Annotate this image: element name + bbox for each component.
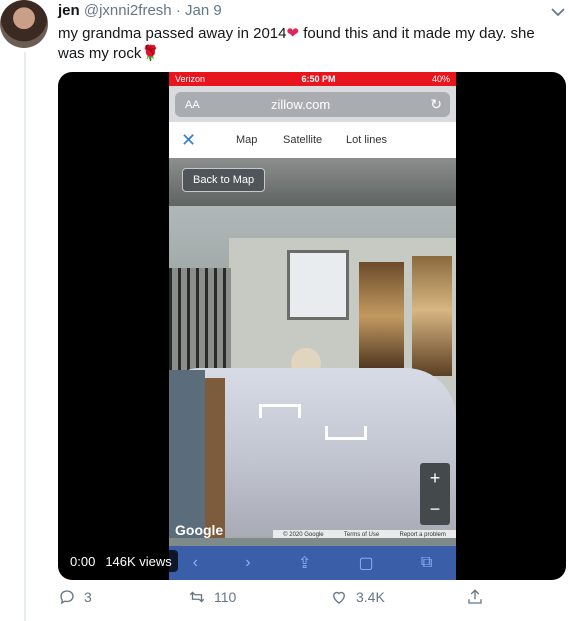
carrier-label: Verizon bbox=[175, 74, 206, 84]
like-button[interactable]: 3.4K bbox=[330, 588, 385, 606]
tab-satellite: Satellite bbox=[283, 134, 323, 146]
bookmarks-icon: ▢ bbox=[358, 555, 374, 572]
share-button[interactable] bbox=[466, 588, 484, 606]
reply-button[interactable]: 3 bbox=[58, 588, 92, 606]
user-handle[interactable]: @jxnni2fresh bbox=[84, 2, 172, 19]
reply-icon bbox=[60, 590, 74, 605]
tweet-actions: 3 110 3.4K bbox=[58, 588, 498, 612]
map-report-link: Report a problem bbox=[399, 532, 446, 538]
battery-label: 40% bbox=[431, 74, 450, 84]
tweet-text: my grandma passed away in 2014❤ found th… bbox=[58, 24, 558, 64]
google-logo: Google bbox=[175, 522, 224, 538]
video-overlay: 0:00 146K views bbox=[64, 550, 178, 572]
tweet-text-part1: my grandma passed away in 2014 bbox=[58, 25, 287, 42]
retweet-count: 110 bbox=[214, 589, 237, 605]
heart-icon bbox=[333, 591, 345, 604]
rose-emoji: 🌹 bbox=[141, 45, 161, 62]
share-icon: ⇪ bbox=[297, 555, 312, 572]
video-views: 146K views bbox=[105, 553, 172, 569]
map-footer: © 2020 Google Terms of Use Report a prob… bbox=[273, 530, 456, 538]
thread-line bbox=[24, 52, 26, 621]
back-arrow-icon: ‹ bbox=[192, 554, 198, 571]
tabs-icon: ⧉ bbox=[420, 554, 433, 571]
tweet-date[interactable]: Jan 9 bbox=[185, 2, 222, 19]
separator-dot: · bbox=[175, 2, 181, 19]
poster-left bbox=[359, 262, 404, 370]
video-elapsed: 0:00 bbox=[70, 553, 96, 569]
retweet-button[interactable]: 110 bbox=[188, 588, 236, 606]
retweet-icon bbox=[189, 591, 205, 603]
map-tabs: ✕ Map Satellite Lot lines bbox=[169, 122, 456, 158]
poster-right bbox=[412, 256, 452, 376]
map-terms-link: Terms of Use bbox=[343, 532, 380, 538]
url-text: zillow.com bbox=[271, 97, 331, 112]
like-count: 3.4K bbox=[356, 589, 385, 605]
share-icon bbox=[468, 589, 482, 604]
url-pill: AA zillow.com ↻ bbox=[175, 92, 450, 117]
house-window bbox=[287, 250, 349, 320]
display-name[interactable]: jen bbox=[58, 2, 80, 19]
laundry-brown-cloth bbox=[205, 378, 225, 538]
browser-address-bar: AA zillow.com ↻ bbox=[169, 86, 456, 122]
back-to-map-button: Back to Map bbox=[182, 168, 266, 192]
phone-screen-recording: Verizon 6:50 PM 40% AA zillow.com ↻ ✕ Ma… bbox=[169, 72, 456, 580]
street-nav-arrow-icon bbox=[325, 426, 367, 440]
reader-aa-button: AA bbox=[185, 98, 200, 111]
avatar[interactable] bbox=[0, 0, 48, 48]
map-copyright: © 2020 Google bbox=[283, 532, 324, 538]
browser-toolbar: ‹ › ⇪ ▢ ⧉ bbox=[169, 546, 456, 580]
phone-status-bar: Verizon 6:50 PM 40% bbox=[169, 72, 456, 86]
zoom-in-icon: + bbox=[429, 468, 441, 488]
zoom-control: + − bbox=[420, 463, 450, 525]
heart-emoji: ❤ bbox=[286, 25, 300, 42]
street-nav-arrow-icon bbox=[259, 404, 301, 418]
tab-map: Map bbox=[236, 134, 258, 146]
forward-arrow-icon: › bbox=[245, 554, 251, 571]
zoom-out-icon: − bbox=[429, 499, 441, 519]
close-icon: ✕ bbox=[181, 129, 197, 150]
chevron-down-icon[interactable] bbox=[551, 4, 565, 20]
laundry-dark-cloth bbox=[169, 370, 205, 538]
street-view-image: Back to Map + − Google © 2020 Google Ter… bbox=[169, 158, 456, 538]
tab-lot-lines: Lot lines bbox=[346, 134, 387, 146]
video-player[interactable]: Verizon 6:50 PM 40% AA zillow.com ↻ ✕ Ma… bbox=[58, 72, 566, 580]
tweet-header: jen @jxnni2fresh · Jan 9 bbox=[58, 2, 222, 19]
reply-count: 3 bbox=[84, 589, 92, 605]
reload-icon: ↻ bbox=[430, 96, 442, 112]
status-time: 6:50 PM bbox=[301, 74, 336, 84]
